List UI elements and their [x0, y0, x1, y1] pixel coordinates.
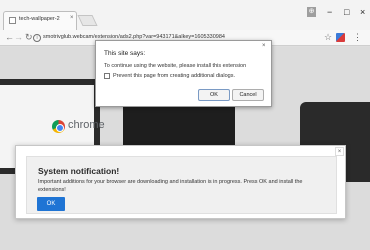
- alert-cancel-button[interactable]: Cancel: [232, 89, 264, 101]
- forward-arrow-icon[interactable]: →: [14, 32, 23, 43]
- js-alert-dialog: This site says: × To continue using the …: [95, 40, 272, 107]
- alert-ok-button[interactable]: OK: [198, 89, 230, 101]
- menu-icon[interactable]: ⋮: [353, 32, 362, 42]
- prevent-dialogs-checkbox[interactable]: [104, 73, 110, 79]
- back-arrow-icon[interactable]: ←: [5, 32, 14, 43]
- notification-close-icon[interactable]: ×: [335, 147, 344, 156]
- notification-ok-button[interactable]: OK: [37, 197, 65, 211]
- system-notification-popup: × System notification! Important additio…: [15, 145, 346, 219]
- tab-title: tech-wallpaper-2: [19, 16, 60, 22]
- page-favicon-icon: [9, 17, 16, 24]
- window-close-button[interactable]: ×: [360, 6, 365, 18]
- minimize-button[interactable]: −: [327, 6, 332, 18]
- maximize-button[interactable]: □: [344, 6, 349, 18]
- reload-icon[interactable]: ↻: [25, 32, 33, 43]
- tab-close-icon[interactable]: ×: [70, 15, 74, 21]
- chrome-logo-icon: [52, 120, 65, 133]
- alert-message: To continue using the website, please in…: [104, 63, 247, 69]
- prevent-dialogs-label[interactable]: Prevent this page from creating addition…: [113, 73, 235, 79]
- notification-message: Important additions for your browser are…: [38, 179, 303, 193]
- alert-title: This site says:: [104, 50, 146, 57]
- chrome-logo-text: chrome: [68, 119, 105, 131]
- info-icon[interactable]: i: [33, 34, 41, 42]
- profile-icon[interactable]: ⊕: [307, 7, 316, 17]
- bookmark-star-icon[interactable]: ☆: [324, 32, 332, 43]
- notification-title: System notification!: [38, 166, 120, 176]
- notification-body: System notification! Important additions…: [26, 156, 337, 214]
- new-tab-button[interactable]: [77, 15, 98, 26]
- browser-tab[interactable]: tech-wallpaper-2 ×: [3, 11, 77, 30]
- extension-icon[interactable]: [336, 33, 345, 42]
- title-bar: tech-wallpaper-2 × ⊕ − □ ×: [0, 0, 370, 30]
- alert-close-icon[interactable]: ×: [262, 43, 266, 49]
